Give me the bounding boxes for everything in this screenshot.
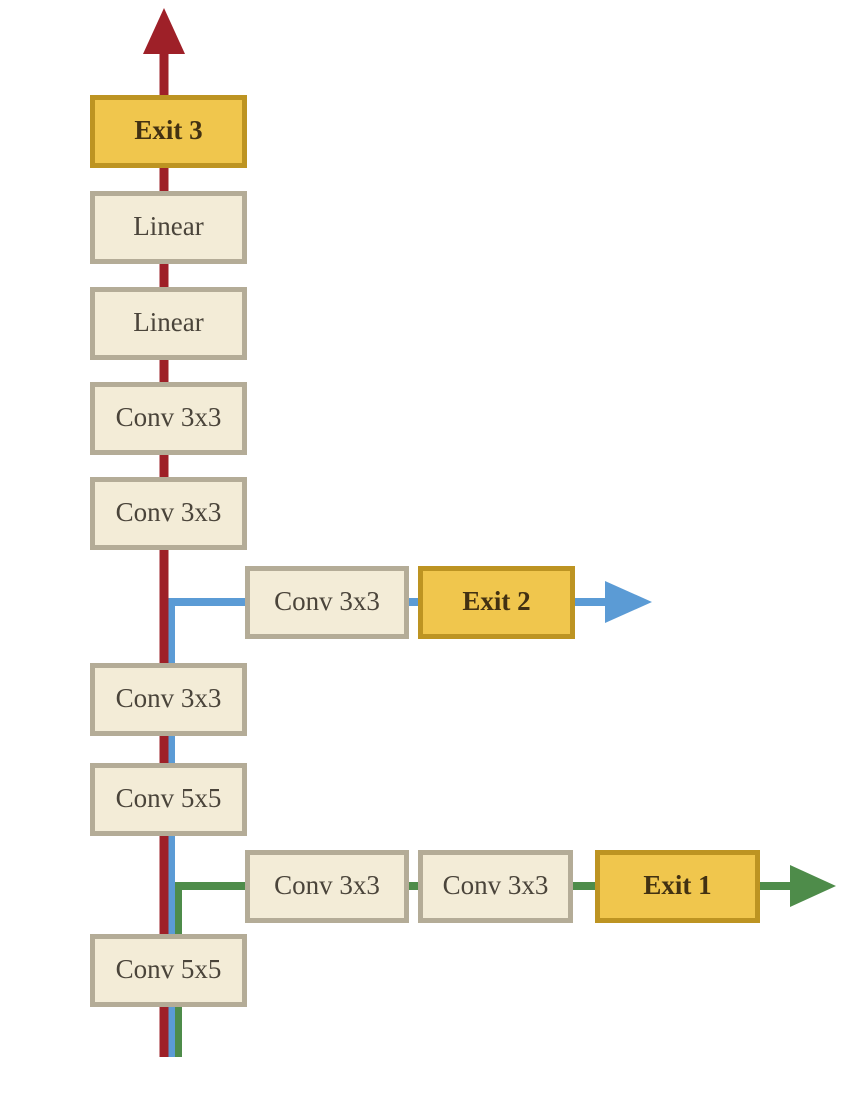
node-conv5x5-backbone-1-label: Conv 5x5 bbox=[115, 954, 222, 984]
exit1-arrowhead bbox=[790, 865, 836, 907]
node-exit1[interactable]: Exit 1 bbox=[595, 850, 760, 923]
node-conv5x5-backbone-2[interactable]: Conv 5x5 bbox=[90, 763, 247, 836]
node-exit3-label: Exit 3 bbox=[134, 115, 203, 145]
node-linear-2-label: Linear bbox=[133, 211, 204, 241]
node-conv5x5-backbone-2-label: Conv 5x5 bbox=[115, 783, 222, 813]
node-exit2[interactable]: Exit 2 bbox=[418, 566, 575, 639]
node-exit2-conv3x3[interactable]: Conv 3x3 bbox=[245, 566, 409, 639]
node-exit1-conv3x3-a-label: Conv 3x3 bbox=[274, 870, 380, 900]
node-linear-2[interactable]: Linear bbox=[90, 191, 247, 264]
node-exit1-label: Exit 1 bbox=[643, 870, 712, 900]
node-exit2-conv3x3-label: Conv 3x3 bbox=[274, 586, 380, 616]
node-conv3x3-backbone-4[interactable]: Conv 3x3 bbox=[90, 382, 247, 455]
node-linear-1-label: Linear bbox=[133, 307, 204, 337]
node-exit3[interactable]: Exit 3 bbox=[90, 95, 247, 168]
node-exit1-conv3x3-b[interactable]: Conv 3x3 bbox=[418, 850, 573, 923]
node-conv3x3-backbone-2[interactable]: Conv 3x3 bbox=[90, 663, 247, 736]
node-exit1-conv3x3-b-label: Conv 3x3 bbox=[442, 870, 549, 900]
diagram-canvas: Exit 3 Linear Linear Conv 3x3 Conv 3x3 C… bbox=[0, 0, 842, 1098]
node-conv3x3-backbone-3[interactable]: Conv 3x3 bbox=[90, 477, 247, 550]
node-exit2-label: Exit 2 bbox=[462, 586, 531, 616]
node-linear-1[interactable]: Linear bbox=[90, 287, 247, 360]
node-conv3x3-backbone-4-label: Conv 3x3 bbox=[115, 402, 222, 432]
node-conv3x3-backbone-2-label: Conv 3x3 bbox=[115, 683, 222, 713]
node-exit1-conv3x3-a[interactable]: Conv 3x3 bbox=[245, 850, 409, 923]
node-conv5x5-backbone-1[interactable]: Conv 5x5 bbox=[90, 934, 247, 1007]
exit2-arrowhead bbox=[605, 581, 652, 623]
node-conv3x3-backbone-3-label: Conv 3x3 bbox=[115, 497, 222, 527]
backbone-arrowhead bbox=[143, 8, 185, 54]
